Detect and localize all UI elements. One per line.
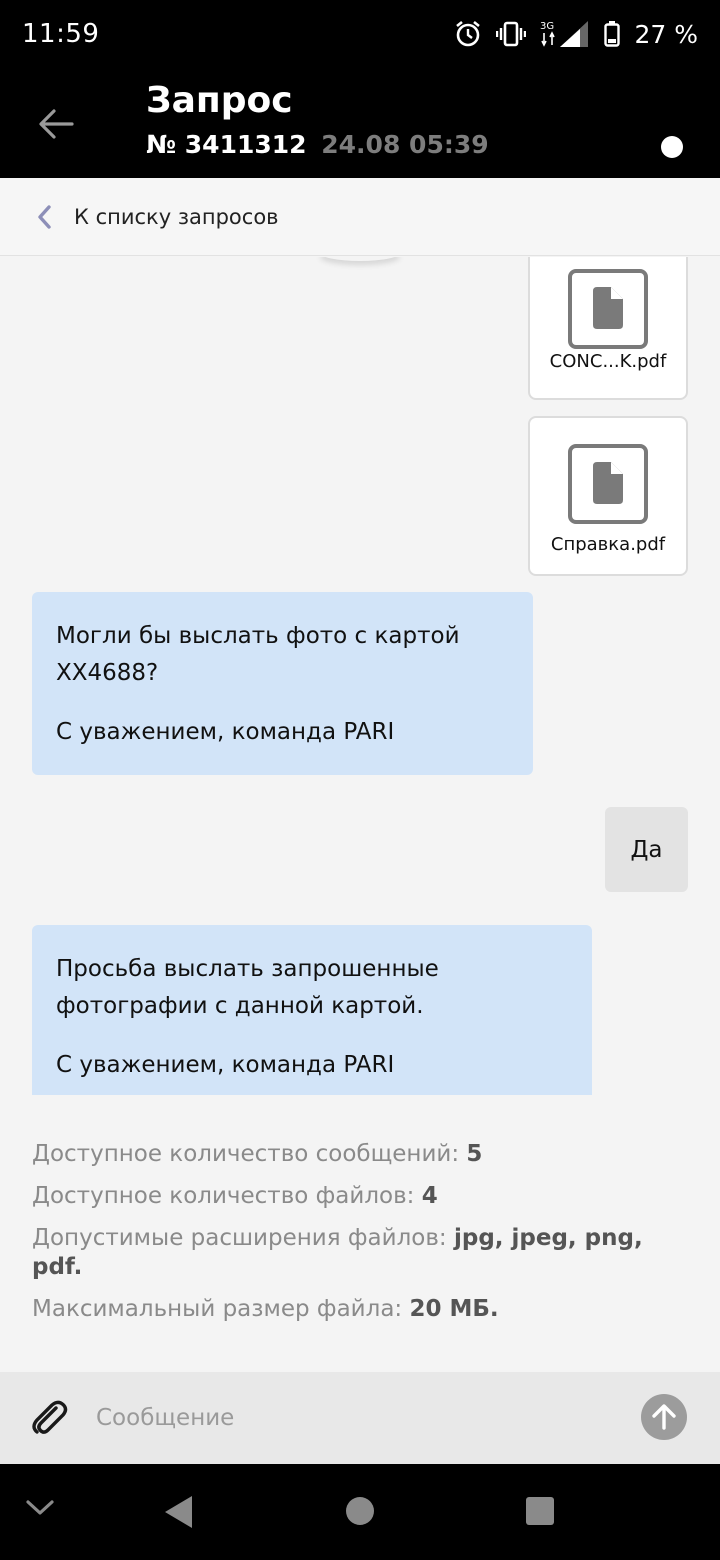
messages-limit-label: Доступное количество сообщений: (32, 1141, 460, 1167)
attachment-card[interactable]: Справка.pdf (528, 416, 688, 576)
nav-home-button[interactable] (345, 1496, 375, 1530)
file-icon (568, 444, 648, 524)
message-text: Да (630, 836, 663, 863)
status-time: 11:59 (22, 19, 100, 49)
circle-home-icon (346, 1497, 374, 1525)
send-button[interactable] (641, 1394, 687, 1440)
paperclip-icon (32, 1400, 68, 1434)
message-incoming: Могли бы выслать фото с картой XX4688? С… (32, 592, 533, 775)
back-to-list-label: К списку запросов (74, 204, 279, 229)
file-icon (568, 269, 648, 349)
arrow-up-icon (652, 1404, 676, 1430)
battery-percent: 27 % (634, 19, 698, 49)
chevron-left-icon (38, 204, 51, 229)
nav-collapse-button[interactable] (25, 1498, 55, 1522)
alarm-icon (454, 20, 482, 48)
request-number: № 3411312 (146, 130, 307, 159)
status-icons: 3G 27 % (454, 19, 698, 49)
limits-info: Доступное количество сообщений: 5 Доступ… (32, 1140, 692, 1337)
avatar-shadow (320, 257, 400, 261)
nav-recents-button[interactable] (525, 1496, 555, 1530)
allowed-extensions-label: Допустимые расширения файлов: (32, 1225, 447, 1251)
back-button[interactable] (36, 104, 76, 144)
message-input[interactable] (96, 1396, 616, 1440)
message-text: Просьба выслать запрошенные фотографии с… (56, 956, 439, 1019)
message-signature: С уважением, команда PARI (56, 719, 395, 745)
chat-area[interactable]: CONC...K.pdf Справка.pdf Могли бы выслат… (0, 257, 720, 1095)
messages-limit: Доступное количество сообщений: 5 (32, 1140, 692, 1169)
vibrate-icon (496, 21, 527, 47)
arrow-left-icon (39, 109, 74, 139)
square-recents-icon (526, 1497, 554, 1525)
files-limit: Доступное количество файлов: 4 (32, 1182, 692, 1211)
network-type-label: 3G (540, 21, 554, 32)
message-outgoing: Да (605, 807, 688, 892)
allowed-extensions: Допустимые расширения файлов: jpg, jpeg,… (32, 1224, 692, 1282)
attachment-card[interactable]: CONC...K.pdf (528, 257, 688, 400)
message-composer (0, 1372, 720, 1464)
attachment-name: CONC...K.pdf (549, 351, 667, 372)
signal-icon: 3G (540, 19, 590, 49)
request-info: № 3411312 24.08 05:39 (146, 130, 489, 159)
attachment-name: Справка.pdf (550, 534, 666, 555)
files-limit-value: 4 (421, 1183, 438, 1209)
messages-limit-value: 5 (466, 1141, 483, 1167)
message-text: Могли бы выслать фото с картой XX4688? (56, 623, 460, 686)
request-date: 24.08 05:39 (321, 130, 489, 159)
battery-icon (604, 21, 621, 47)
chevron-down-icon (26, 1500, 54, 1515)
nav-back-button[interactable] (162, 1494, 194, 1534)
max-file-size-label: Максимальный размер файла: (32, 1296, 403, 1322)
triangle-back-icon (165, 1496, 192, 1528)
max-file-size-value: 20 МБ. (409, 1296, 499, 1322)
status-dot (661, 136, 683, 158)
page-title: Запрос (146, 80, 293, 121)
app-header: Запрос № 3411312 24.08 05:39 (0, 68, 720, 178)
system-nav-bar (0, 1464, 720, 1560)
files-limit-label: Доступное количество файлов: (32, 1183, 415, 1209)
message-incoming: Просьба выслать запрошенные фотографии с… (32, 925, 592, 1095)
message-signature: С уважением, команда PARI (56, 1052, 395, 1078)
back-to-list-link[interactable]: К списку запросов (0, 178, 720, 256)
attach-button[interactable] (30, 1400, 68, 1442)
max-file-size: Максимальный размер файла: 20 МБ. (32, 1295, 692, 1324)
status-bar: 11:59 3G 27 % (0, 0, 720, 68)
